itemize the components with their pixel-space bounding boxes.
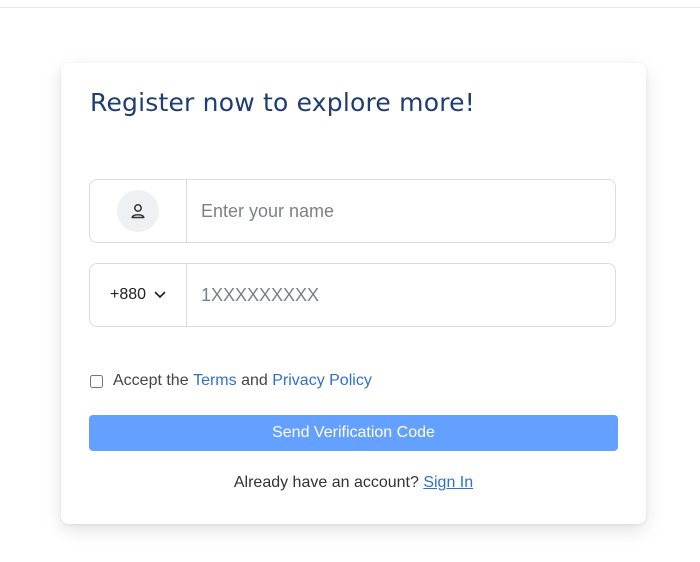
header-divider [0, 7, 700, 8]
register-card: Register now to explore more! +880 [61, 63, 646, 524]
name-field-addon [90, 180, 187, 242]
name-input[interactable] [187, 180, 615, 242]
form-title: Register now to explore more! [90, 88, 475, 117]
phone-field-group: +880 [89, 263, 616, 327]
terms-conjunction: and [241, 372, 268, 389]
country-code-select[interactable]: +880 [90, 264, 187, 326]
user-icon [117, 190, 159, 232]
terms-checkbox[interactable] [90, 374, 103, 388]
send-verification-code-button[interactable]: Send Verification Code [89, 415, 618, 451]
terms-row: Accept the Terms and Privacy Policy [89, 372, 372, 390]
privacy-policy-link[interactable]: Privacy Policy [272, 372, 372, 390]
terms-link[interactable]: Terms [193, 372, 237, 390]
terms-prefix: Accept the [113, 372, 189, 389]
country-code-value: +880 [109, 286, 147, 303]
signin-prompt: Already have an account? [233, 474, 419, 491]
signin-row: Already have an account? Sign In [61, 474, 646, 492]
phone-input[interactable] [187, 264, 615, 326]
name-field-group [89, 179, 616, 243]
chevron-down-icon [154, 286, 166, 304]
sign-in-link[interactable]: Sign In [423, 474, 473, 491]
